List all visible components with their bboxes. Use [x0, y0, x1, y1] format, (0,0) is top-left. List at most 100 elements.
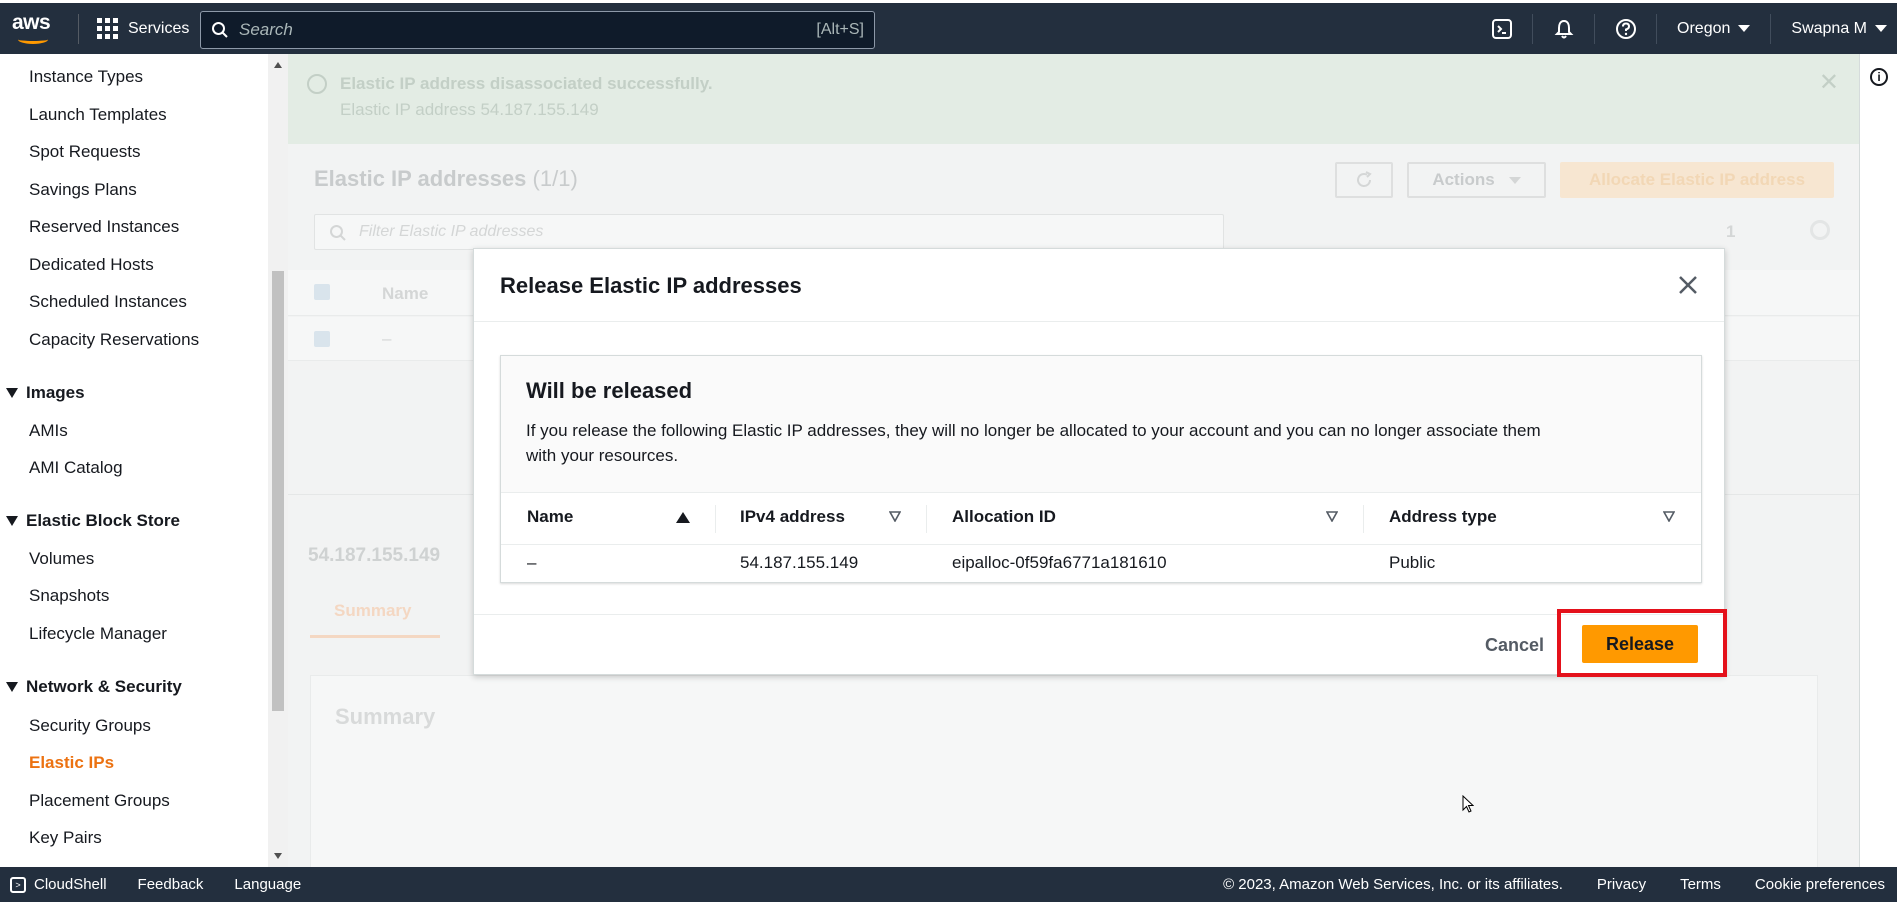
info-icon[interactable]: i: [1870, 68, 1888, 86]
feedback-link[interactable]: Feedback: [138, 876, 204, 893]
allocate-label: Allocate Elastic IP address: [1588, 170, 1806, 189]
check-circle-icon: [307, 74, 327, 94]
sort-icon[interactable]: [1663, 511, 1675, 522]
terms-link[interactable]: Terms: [1680, 876, 1721, 893]
close-icon[interactable]: ✕: [1819, 68, 1839, 97]
caret-down-icon: [1508, 176, 1521, 184]
sidebar-item-spot-requests[interactable]: Spot Requests: [29, 142, 141, 162]
column-divider: [926, 505, 927, 533]
services-menu-button[interactable]: Services: [97, 18, 189, 39]
will-be-released-panel: Will be released If you release the foll…: [500, 355, 1702, 583]
sidebar-item-key-pairs[interactable]: Key Pairs: [29, 828, 102, 848]
cloudshell-button[interactable]: [1471, 13, 1534, 44]
scroll-up-icon[interactable]: [274, 62, 282, 68]
column-name: Name: [382, 284, 429, 303]
refresh-button[interactable]: [1335, 162, 1393, 198]
cell-ipv4: 54.187.155.149: [740, 553, 859, 572]
sidebar-item-capacity-reservations[interactable]: Capacity Reservations: [29, 330, 199, 350]
panel-description: If you release the following Elastic IP …: [526, 421, 1541, 465]
expand-triangle-icon: [6, 516, 18, 526]
search-shortcut: [Alt+S]: [816, 21, 864, 38]
sidebar-scrollbar[interactable]: [268, 54, 288, 867]
table-header: Name IPv4 address Allocation ID Address …: [501, 493, 1701, 545]
filter-input[interactable]: Filter Elastic IP addresses: [314, 214, 1224, 250]
cloudshell-link[interactable]: > CloudShell: [10, 876, 107, 893]
sidebar-item-ami-catalog[interactable]: AMI Catalog: [29, 458, 123, 478]
column-header-ipv4[interactable]: IPv4 address: [740, 507, 845, 527]
column-divider: [1363, 505, 1364, 533]
sort-icon[interactable]: [889, 511, 901, 522]
sidebar-item-lifecycle-manager[interactable]: Lifecycle Manager: [29, 624, 167, 644]
highlight-box: [1557, 609, 1727, 677]
footer: > CloudShell Feedback Language © 2023, A…: [0, 867, 1897, 902]
row-name-cell: –: [382, 329, 392, 348]
help-icon: [1615, 18, 1636, 39]
search-placeholder: Search: [239, 20, 293, 39]
allocate-eip-button[interactable]: Allocate Elastic IP address: [1560, 162, 1834, 198]
success-flash-banner: Elastic IP address disassociated success…: [288, 54, 1859, 144]
help-button[interactable]: [1595, 13, 1658, 44]
page-number[interactable]: 1: [1726, 222, 1735, 242]
column-header-address-type[interactable]: Address type: [1389, 507, 1497, 527]
sidebar-item-elastic-ips[interactable]: Elastic IPs: [29, 753, 114, 773]
notifications-button[interactable]: [1533, 13, 1596, 44]
aws-logo[interactable]: aws: [10, 9, 68, 49]
modal-title: Release Elastic IP addresses: [500, 273, 802, 298]
user-menu[interactable]: Swapna M: [1771, 14, 1897, 44]
section-label: Network & Security: [26, 677, 182, 696]
sidebar-item-reserved-instances[interactable]: Reserved Instances: [29, 217, 179, 237]
nav-right-group: Oregon Swapna M: [1471, 3, 1897, 54]
summary-heading: Summary: [335, 704, 436, 729]
user-name: Swapna M: [1791, 19, 1867, 37]
sidebar-item-security-groups[interactable]: Security Groups: [29, 716, 151, 736]
nav-divider: [78, 13, 79, 44]
scrollbar-thumb[interactable]: [272, 271, 284, 711]
sidebar-item-savings-plans[interactable]: Savings Plans: [29, 180, 137, 200]
sidebar-item-instance-types[interactable]: Instance Types: [29, 67, 143, 87]
tab-underline: [310, 635, 440, 638]
tab-summary[interactable]: Summary: [334, 601, 411, 621]
column-header-name[interactable]: Name: [527, 507, 573, 527]
mouse-cursor-icon: [1462, 795, 1474, 813]
sidebar-item-launch-templates[interactable]: Launch Templates: [29, 105, 167, 125]
column-header-allocation-id[interactable]: Allocation ID: [952, 507, 1056, 527]
flash-detail: Elastic IP address 54.187.155.149: [340, 100, 599, 119]
sidebar-item-scheduled-instances[interactable]: Scheduled Instances: [29, 292, 187, 312]
copyright: © 2023, Amazon Web Services, Inc. or its…: [1223, 876, 1563, 893]
sidebar-item-volumes[interactable]: Volumes: [29, 549, 94, 569]
services-label: Services: [128, 19, 190, 37]
column-divider: [715, 505, 716, 533]
sidebar-item-amis[interactable]: AMIs: [29, 421, 68, 441]
sidebar-section-ebs[interactable]: Elastic Block Store: [6, 511, 180, 531]
sort-icon[interactable]: [1326, 511, 1338, 522]
modal-close-button[interactable]: [1674, 271, 1702, 299]
flash-title: Elastic IP address disassociated success…: [340, 74, 713, 93]
actions-label: Actions: [1432, 170, 1495, 189]
cloudshell-icon: [1491, 18, 1512, 39]
search-input[interactable]: Search [Alt+S]: [200, 11, 875, 49]
sidebar-item-dedicated-hosts[interactable]: Dedicated Hosts: [29, 255, 154, 275]
cookie-preferences-link[interactable]: Cookie preferences: [1755, 876, 1885, 893]
region-selector[interactable]: Oregon: [1657, 13, 1772, 44]
modal-header: Release Elastic IP addresses: [474, 249, 1724, 322]
cell-allocation-id: eipalloc-0f59fa6771a181610: [952, 553, 1167, 572]
search-icon: [212, 22, 228, 38]
actions-button[interactable]: Actions: [1407, 162, 1546, 198]
sidebar-section-network-security[interactable]: Network & Security: [6, 677, 182, 697]
settings-icon[interactable]: [1810, 220, 1830, 240]
aws-smile-icon: [18, 35, 48, 44]
sidebar-section-images[interactable]: Images: [6, 383, 85, 403]
region-label: Oregon: [1677, 19, 1731, 37]
caret-down-icon: [1738, 25, 1751, 32]
sort-ascending-icon[interactable]: [676, 512, 690, 523]
bell-icon: [1554, 19, 1573, 38]
cancel-button[interactable]: Cancel: [1485, 635, 1544, 656]
language-link[interactable]: Language: [234, 876, 301, 893]
checkbox[interactable]: [314, 284, 330, 300]
sidebar-item-placement-groups[interactable]: Placement Groups: [29, 791, 170, 811]
sidebar-item-snapshots[interactable]: Snapshots: [29, 586, 109, 606]
privacy-link[interactable]: Privacy: [1597, 876, 1646, 893]
checkbox[interactable]: [314, 331, 330, 347]
page-title-count: (1/1): [532, 166, 578, 191]
scroll-down-icon[interactable]: [274, 853, 282, 859]
